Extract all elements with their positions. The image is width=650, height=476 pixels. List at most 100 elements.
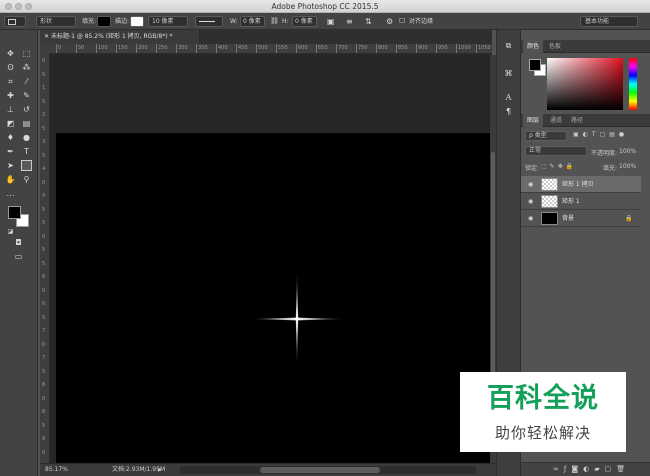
eye-icon[interactable]: ◉: [528, 181, 533, 188]
tab-paths[interactable]: 路径: [567, 114, 587, 127]
delete-layer-icon[interactable]: 🗑: [616, 465, 630, 473]
document-tab-title: 未标题-1 @ 85.2% (矩形 1 拷贝, RGB/8*) *: [50, 33, 173, 40]
layer-filter-select[interactable]: ρ 类型: [525, 131, 567, 141]
close-tab-icon[interactable]: ✕: [44, 33, 51, 40]
hue-slider[interactable]: [629, 58, 637, 110]
width-field[interactable]: 0 像素: [240, 16, 265, 27]
history-panel-icon[interactable]: ⧉: [503, 40, 514, 51]
status-bar: 85.17% 文档:2.93M/1.95M ▶: [40, 463, 496, 476]
layer-row[interactable]: ◉ 矩形 1: [521, 193, 641, 210]
marquee-tool-icon[interactable]: ⬚: [21, 48, 32, 59]
document-tab[interactable]: ✕ 未标题-1 @ 85.2% (矩形 1 拷贝, RGB/8*) *: [40, 30, 200, 44]
foreground-color-swatch[interactable]: [8, 206, 21, 219]
dodge-tool-icon[interactable]: ●: [21, 132, 32, 143]
properties-panel-icon[interactable]: ⌘: [503, 68, 514, 79]
move-tool-icon[interactable]: ✥: [5, 48, 16, 59]
vertical-scrollbar-thumb[interactable]: [491, 152, 495, 382]
eraser-tool-icon[interactable]: ◩: [5, 118, 16, 129]
ruler-tick-label: 150: [116, 44, 128, 53]
blur-tool-icon[interactable]: ♦: [5, 132, 16, 143]
horizontal-scrollbar-thumb[interactable]: [260, 467, 380, 473]
ruler-tick-label: 400: [216, 44, 228, 53]
stroke-type-select[interactable]: [195, 16, 223, 27]
new-group-icon[interactable]: ▰: [594, 465, 604, 473]
layer-filter-icons[interactable]: ▣◐T▢▤●: [573, 131, 628, 138]
workspace-select[interactable]: 基本功能: [580, 16, 638, 27]
crop-tool-icon[interactable]: ⌗: [5, 76, 16, 87]
vertical-ruler[interactable]: 0 5 1 5 2 5 3 5 4 0 4 5 5 0 5 5 6 0 6 5 7 0 7 5 8 0 8 5 9 0: [40, 54, 50, 464]
adjustment-layer-icon[interactable]: ◐: [583, 465, 594, 473]
workspace-value: 基本功能: [585, 18, 610, 25]
canvas[interactable]: [56, 133, 490, 463]
blend-mode-select[interactable]: 正常: [525, 146, 587, 156]
character-panel-icon[interactable]: A: [503, 92, 514, 103]
zoom-tool-icon[interactable]: ⚲: [21, 174, 32, 185]
layer-thumbnail: [541, 178, 558, 191]
color-spectrum-field[interactable]: [547, 58, 623, 110]
tab-color[interactable]: 颜色: [523, 40, 544, 53]
align-edges-label: 对齐边缘: [409, 18, 434, 25]
star-sparkle-shape: [249, 271, 345, 367]
quick-mask-icon[interactable]: ◘: [13, 237, 24, 248]
rectangle-tool-icon[interactable]: [21, 160, 32, 171]
new-layer-icon[interactable]: ▢: [605, 465, 617, 473]
layer-row[interactable]: ◉ 矩形 1 拷贝: [521, 176, 641, 193]
path-selection-tool-icon[interactable]: ➤: [5, 160, 16, 171]
path-alignment-icon[interactable]: ≡: [346, 13, 353, 30]
history-brush-tool-icon[interactable]: ↺: [21, 104, 32, 115]
close-window-button[interactable]: [5, 3, 12, 10]
layer-fill-value[interactable]: 100%: [619, 163, 636, 170]
tab-channels[interactable]: 通道: [546, 114, 566, 127]
path-arrangement-icon[interactable]: ⇅: [365, 13, 372, 30]
ruler-tick-label: 950: [436, 44, 448, 53]
more-tools-icon[interactable]: …: [5, 188, 16, 199]
status-menu-icon[interactable]: ▶: [158, 464, 162, 476]
gradient-tool-icon[interactable]: ▤: [21, 118, 32, 129]
clone-stamp-tool-icon[interactable]: ⊥: [5, 104, 16, 115]
height-value: 0 像素: [295, 18, 313, 25]
default-colors-icon[interactable]: ◪: [5, 226, 16, 237]
opacity-value[interactable]: 100%: [619, 148, 636, 155]
layer-row[interactable]: ◉ 背景 🔒: [521, 210, 641, 227]
lasso-tool-icon[interactable]: ʘ: [5, 62, 16, 73]
ruler-tick-label: 5: [42, 368, 46, 375]
minimize-window-button[interactable]: [15, 3, 22, 10]
type-tool-icon[interactable]: T: [21, 146, 32, 157]
brush-tool-icon[interactable]: ✎: [21, 90, 32, 101]
pen-tool-icon[interactable]: ✒: [5, 146, 16, 157]
paragraph-panel-icon[interactable]: ¶: [503, 106, 514, 117]
healing-brush-tool-icon[interactable]: ✚: [5, 90, 16, 101]
hand-tool-icon[interactable]: ✋: [5, 174, 16, 185]
ruler-tick-label: 300: [176, 44, 188, 53]
eye-icon[interactable]: ◉: [528, 215, 533, 222]
ruler-origin[interactable]: [40, 44, 50, 54]
zoom-window-button[interactable]: [25, 3, 32, 10]
mode-select[interactable]: 形状: [36, 16, 76, 27]
tool-preset-picker[interactable]: [4, 16, 26, 27]
zoom-level[interactable]: 85.17%: [45, 464, 68, 476]
ruler-tick-label: 7: [42, 328, 46, 334]
stroke-width-field[interactable]: 10 像素: [148, 16, 188, 27]
horizontal-scrollbar[interactable]: [180, 466, 476, 474]
stroke-swatch[interactable]: [130, 16, 144, 27]
eyedropper-tool-icon[interactable]: ⁄: [21, 76, 32, 87]
link-icon[interactable]: ⛓: [270, 13, 279, 30]
lock-icons[interactable]: ⬚✎✥🔒: [541, 163, 576, 170]
toolbox: ✥ ⬚ ʘ ⁂ ⌗ ⁄ ✚ ✎ ⊥ ↺ ◩ ▤ ♦ ● ✒ T ➤ ✋ ⚲ … …: [0, 30, 38, 476]
horizontal-ruler[interactable]: 0 50 100 150 200 250 300 350 400 450 500 550 600 650 7…: [50, 44, 492, 54]
path-operations-icon[interactable]: ▣: [327, 13, 335, 30]
color-panel-foreground-swatch[interactable]: [529, 59, 541, 71]
tab-swatches[interactable]: 色板: [545, 40, 565, 53]
align-edges-checkbox[interactable]: ☐: [399, 13, 405, 30]
magic-wand-tool-icon[interactable]: ⁂: [21, 62, 32, 73]
link-layers-icon[interactable]: ∞: [553, 465, 564, 473]
gear-icon[interactable]: ⚙: [386, 13, 393, 30]
eye-icon[interactable]: ◉: [528, 198, 533, 205]
screen-mode-icon[interactable]: ▭: [13, 251, 24, 262]
layer-thumbnail: [541, 212, 558, 225]
height-field[interactable]: 0 像素: [292, 16, 317, 27]
fill-swatch[interactable]: [97, 16, 111, 27]
add-mask-icon[interactable]: ◙: [571, 465, 583, 473]
tab-layers[interactable]: 图层: [523, 114, 544, 127]
ruler-tick-label: 7: [42, 355, 46, 361]
